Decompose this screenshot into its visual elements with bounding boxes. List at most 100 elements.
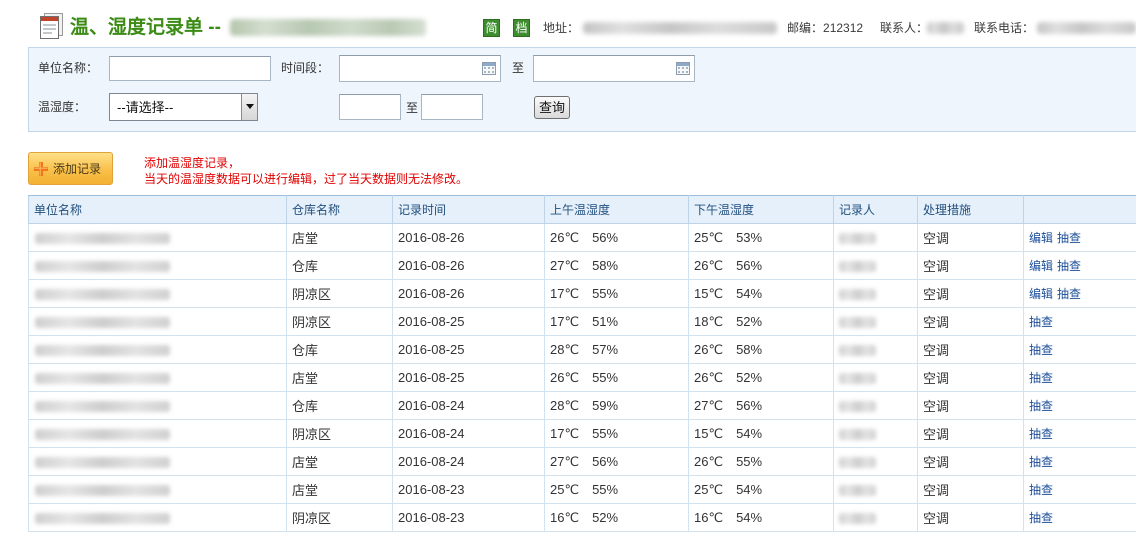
pm-humidity: 52% [736,313,763,329]
inspect-link[interactable]: 抽查 [1029,483,1053,497]
redacted-unit-name [35,233,170,245]
edit-link[interactable]: 编辑 [1029,287,1053,301]
col-header-warehouse: 仓库名称 [286,195,393,224]
select-arrow-button[interactable] [241,94,257,120]
inspect-link[interactable]: 抽查 [1057,287,1081,301]
cell-record-time: 2016-08-23 [392,503,545,532]
cell-actions: 抽查 [1023,503,1136,532]
calendar-icon[interactable] [676,62,690,75]
edit-link[interactable]: 编辑 [1029,231,1053,245]
inspect-link[interactable]: 抽查 [1057,259,1081,273]
pm-temperature: 15℃ [694,285,724,301]
edit-link[interactable]: 编辑 [1029,259,1053,273]
redacted-company-name [230,19,426,36]
cell-recorder [833,475,918,504]
cell-measure: 空调 [917,251,1024,280]
cell-warehouse: 店堂 [286,475,393,504]
unit-name-field[interactable] [109,56,271,81]
edit-notice: 添加温湿度记录， 当天的温湿度数据可以进行编辑，过了当天数据则无法修改。 [144,155,468,187]
range-from-field[interactable] [339,94,401,120]
am-humidity: 59% [592,397,619,413]
records-table-container: 单位名称 仓库名称 记录时间 上午温湿度 下午温湿度 记录人 处理措施 店堂 20… [28,195,1136,534]
add-record-label: 添加记录 [53,162,102,176]
date-from-input[interactable] [340,56,500,81]
table-row: 仓库 2016-08-24 28℃ 59% 27℃ 56% 空调 抽查 [28,391,1136,420]
am-humidity: 56% [592,229,619,245]
records-table: 单位名称 仓库名称 记录时间 上午温湿度 下午温湿度 记录人 处理措施 店堂 20… [28,195,1136,532]
redacted-recorder [839,261,876,273]
record-date: 2016-08-23 [398,510,465,525]
document-icon [37,11,65,41]
record-date: 2016-08-24 [398,426,465,441]
redacted-unit-name [35,373,170,385]
cell-warehouse: 仓库 [286,251,393,280]
table-row: 店堂 2016-08-23 25℃ 55% 25℃ 54% 空调 抽查 [28,475,1136,504]
cell-recorder [833,419,918,448]
warehouse-text: 店堂 [292,455,319,470]
inspect-link[interactable]: 抽查 [1029,371,1053,385]
record-date: 2016-08-26 [398,258,465,273]
humiture-select-value: --请选择-- [117,100,174,115]
warehouse-text: 阴凉区 [292,315,332,330]
am-temperature: 27℃ [550,453,580,469]
date-from-field[interactable] [339,55,501,82]
am-humidity: 51% [592,313,619,329]
humiture-select[interactable]: --请选择-- [109,93,258,121]
range-separator: 至 [406,101,419,115]
cell-pm-humiture: 25℃ 54% [688,475,834,504]
inspect-link[interactable]: 抽查 [1029,455,1053,469]
redacted-unit-name [35,289,170,301]
cell-recorder [833,363,918,392]
table-row: 阴凉区 2016-08-25 17℃ 51% 18℃ 52% 空调 抽查 [28,307,1136,336]
record-date: 2016-08-25 [398,370,465,385]
cell-warehouse: 阴凉区 [286,503,393,532]
archive-badge[interactable]: 档 [513,19,530,37]
date-to-field[interactable] [533,55,695,82]
pm-temperature: 26℃ [694,257,724,273]
query-button[interactable]: 查询 [534,96,570,119]
add-record-button[interactable]: 添加记录 [28,152,113,185]
range-from-input[interactable] [340,95,400,119]
cell-unit-name [28,475,287,504]
redacted-recorder [839,345,876,357]
range-to-field[interactable] [421,94,483,120]
cell-actions: 编辑 抽查 [1023,279,1136,308]
record-date: 2016-08-24 [398,398,465,413]
simple-view-badge[interactable]: 简 [483,19,500,37]
am-humidity: 56% [592,453,619,469]
record-date: 2016-08-25 [398,342,465,357]
pm-humidity: 54% [736,509,763,525]
cell-unit-name [28,447,287,476]
am-temperature: 17℃ [550,285,580,301]
pm-temperature: 25℃ [694,481,724,497]
calendar-icon[interactable] [482,62,496,75]
cell-actions: 抽查 [1023,335,1136,364]
cell-measure: 空调 [917,391,1024,420]
unit-name-input[interactable] [110,57,270,80]
inspect-link[interactable]: 抽查 [1029,343,1053,357]
date-to-input[interactable] [534,56,694,81]
range-to-input[interactable] [422,95,482,119]
inspect-link[interactable]: 抽查 [1029,511,1053,525]
am-humidity: 55% [592,481,619,497]
unit-name-label: 单位名称： [38,61,99,75]
cell-pm-humiture: 15℃ 54% [688,419,834,448]
record-date: 2016-08-26 [398,230,465,245]
inspect-link[interactable]: 抽查 [1029,399,1053,413]
pm-humidity: 54% [736,425,763,441]
redacted-recorder [839,485,876,497]
cell-unit-name [28,251,287,280]
inspect-link[interactable]: 抽查 [1057,231,1081,245]
record-date: 2016-08-24 [398,454,465,469]
cell-warehouse: 仓库 [286,335,393,364]
cell-am-humiture: 27℃ 58% [544,251,689,280]
inspect-link[interactable]: 抽查 [1029,427,1053,441]
am-humidity: 55% [592,369,619,385]
cell-unit-name [28,223,287,252]
cell-am-humiture: 25℃ 55% [544,475,689,504]
address-label: 地址： [543,21,580,35]
table-row: 阴凉区 2016-08-23 16℃ 52% 16℃ 54% 空调 抽查 [28,503,1136,532]
inspect-link[interactable]: 抽查 [1029,315,1053,329]
page-title: 温、湿度记录单 -- [70,17,221,38]
cell-pm-humiture: 26℃ 58% [688,335,834,364]
